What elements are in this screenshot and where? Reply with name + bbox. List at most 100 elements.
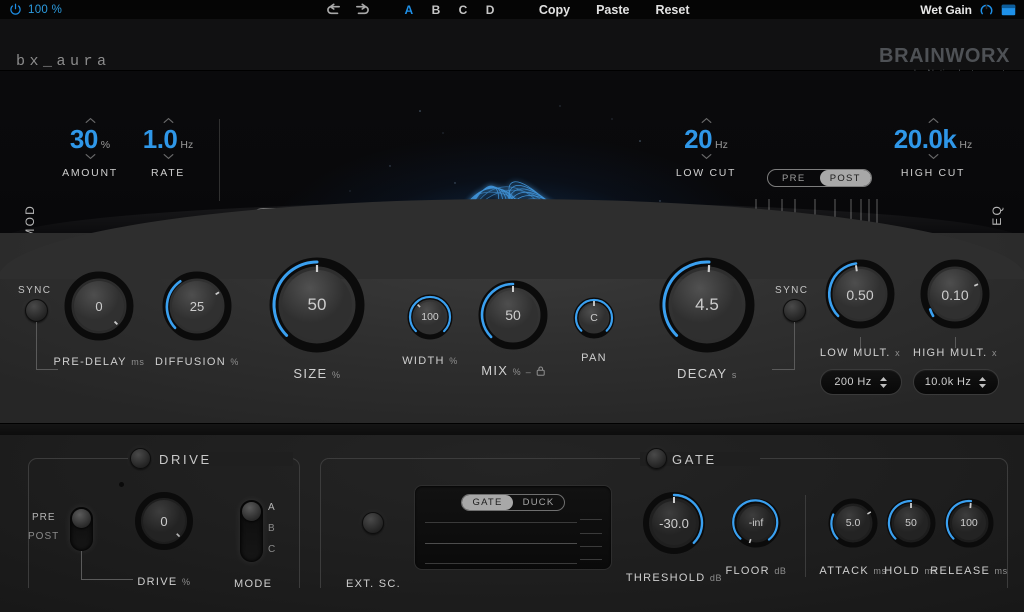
size-value[interactable]: 50 [267, 295, 367, 315]
chevron-down-icon[interactable] [162, 153, 175, 160]
hold-name: HOLD [884, 565, 920, 577]
pan-knob[interactable]: C PAN [572, 296, 616, 340]
stepper-arrows-icon[interactable] [879, 376, 888, 389]
decay-knob[interactable]: 4.5 DECAY s [657, 255, 757, 355]
diffusion-knob[interactable]: 25 DIFFUSION % [161, 270, 233, 342]
redo-icon[interactable] [351, 3, 371, 17]
eq-lowcut-stepper[interactable]: 20 Hz LOW CUT [663, 117, 749, 179]
drive-post-label[interactable]: POST [28, 531, 59, 542]
pre-delay-knob[interactable]: 0 PRE-DELAY ms [63, 270, 135, 342]
drive-enable-button[interactable] [130, 448, 151, 469]
paste-button[interactable]: Paste [583, 3, 642, 17]
gate-meter-tick [580, 533, 602, 534]
diffusion-value[interactable]: 25 [161, 299, 233, 314]
decay-sync-connector-h [772, 369, 795, 370]
width-unit: % [449, 356, 458, 366]
eq-routing-toggle[interactable]: PRE POST [767, 169, 872, 187]
chevron-down-icon[interactable] [84, 153, 97, 160]
copy-button[interactable]: Copy [526, 3, 583, 17]
preset-slot-b[interactable]: B [423, 3, 450, 17]
decay-value[interactable]: 4.5 [657, 295, 757, 315]
preset-slot-d[interactable]: D [477, 3, 504, 17]
low-mult-value[interactable]: 0.50 [823, 287, 897, 303]
eq-highcut-caption: HIGH CUT [890, 167, 976, 179]
release-value[interactable]: 100 [943, 517, 995, 529]
hold-knob[interactable]: 50 HOLD ms [885, 497, 937, 549]
drive-mode-option-c[interactable]: C [268, 544, 276, 555]
width-value[interactable]: 100 [406, 311, 454, 323]
threshold-value[interactable]: -30.0 [641, 516, 707, 531]
drive-value[interactable]: 0 [133, 514, 195, 529]
high-mult-value[interactable]: 0.10 [918, 287, 992, 303]
wet-gain-label[interactable]: Wet Gain [920, 3, 972, 17]
reset-button[interactable]: Reset [642, 3, 702, 17]
lock-icon[interactable] [536, 366, 545, 376]
high-mult-freq-dropdown[interactable]: 10.0k Hz [913, 369, 999, 395]
mod-amount-value[interactable]: 30 [70, 126, 98, 152]
drive-unit: % [182, 577, 191, 587]
low-mult-freq-value[interactable]: 200 Hz [834, 376, 871, 388]
drive-mode-switch[interactable] [240, 500, 263, 562]
eq-routing-pre[interactable]: PRE [768, 170, 820, 186]
pre-delay-caption: PRE-DELAY ms [54, 352, 145, 370]
eq-routing-post[interactable]: POST [820, 170, 872, 186]
pan-value[interactable]: C [572, 312, 616, 324]
mod-rate-stepper[interactable]: 1.0 Hz RATE [125, 117, 211, 179]
floor-value[interactable]: -inf [730, 517, 782, 529]
size-knob[interactable]: 50 SIZE % [267, 255, 367, 355]
stepper-arrows-icon[interactable] [978, 376, 987, 389]
gate-divider [805, 495, 806, 577]
eq-section-label: EQ [990, 204, 1004, 226]
chevron-up-icon[interactable] [927, 117, 940, 124]
gate-enable-button[interactable] [646, 448, 667, 469]
undo-icon[interactable] [325, 3, 345, 17]
gate-meter-display[interactable]: GATE DUCK [414, 485, 612, 570]
preset-slot-c[interactable]: C [450, 3, 477, 17]
threshold-knob[interactable]: -30.0 THRESHOLD dB [641, 490, 707, 556]
high-mult-freq-value[interactable]: 10.0k Hz [925, 376, 972, 388]
eq-lowcut-value[interactable]: 20 [684, 126, 712, 152]
low-mult-knob[interactable]: 0.50 LOW MULT. x [823, 257, 897, 331]
gate-mode-duck[interactable]: DUCK [513, 495, 564, 510]
pre-delay-value[interactable]: 0 [63, 299, 135, 314]
gate-mode-toggle[interactable]: GATE DUCK [461, 494, 565, 511]
high-mult-knob[interactable]: 0.10 HIGH MULT. x [918, 257, 992, 331]
gate-meter-tick [580, 519, 602, 520]
gate-mode-gate[interactable]: GATE [462, 495, 513, 510]
decay-sync-button[interactable] [783, 299, 806, 322]
eq-lowcut-unit: Hz [715, 139, 728, 151]
release-knob[interactable]: 100 RELEASE ms [943, 497, 995, 549]
drive-knob[interactable]: 0 DRIVE % [133, 490, 195, 552]
mod-rate-value[interactable]: 1.0 [143, 126, 178, 152]
mix-knob[interactable]: 50 MIX % – [476, 278, 550, 352]
drive-mode-option-b[interactable]: B [268, 523, 276, 534]
low-mult-freq-dropdown[interactable]: 200 Hz [820, 369, 902, 395]
drive-routing-switch[interactable] [70, 507, 93, 551]
attack-knob[interactable]: 5.0 ATTACK ms [827, 497, 879, 549]
drive-mode-option-a[interactable]: A [268, 502, 276, 513]
chevron-up-icon[interactable] [162, 117, 175, 124]
mod-amount-stepper[interactable]: 30 % AMOUNT [47, 117, 133, 179]
chevron-down-icon[interactable] [700, 153, 713, 160]
ext-sidechain-button[interactable] [362, 512, 384, 534]
predelay-sync-button[interactable] [25, 299, 48, 322]
floor-knob[interactable]: -inf FLOOR dB [730, 497, 782, 549]
chevron-up-icon[interactable] [700, 117, 713, 124]
attack-value[interactable]: 5.0 [827, 517, 879, 529]
chevron-down-icon[interactable] [927, 153, 940, 160]
knob-icon[interactable] [979, 2, 994, 17]
drive-mode-handle[interactable] [242, 502, 261, 521]
mix-value[interactable]: 50 [476, 307, 550, 323]
preset-slot-a[interactable]: A [396, 3, 423, 17]
drive-pre-label[interactable]: PRE [32, 512, 56, 523]
predelay-sync-connector [36, 322, 37, 369]
window-resize-icon[interactable] [1001, 4, 1016, 16]
hold-value[interactable]: 50 [885, 517, 937, 529]
diffusion-unit: % [230, 357, 239, 367]
eq-highcut-stepper[interactable]: 20.0k Hz HIGH CUT [890, 117, 976, 179]
chevron-up-icon[interactable] [84, 117, 97, 124]
eq-highcut-value[interactable]: 20.0k [894, 126, 957, 152]
drive-routing-handle[interactable] [72, 509, 91, 528]
width-knob[interactable]: 100 WIDTH % [406, 293, 454, 341]
plugin-name: bx_aura [16, 53, 111, 70]
